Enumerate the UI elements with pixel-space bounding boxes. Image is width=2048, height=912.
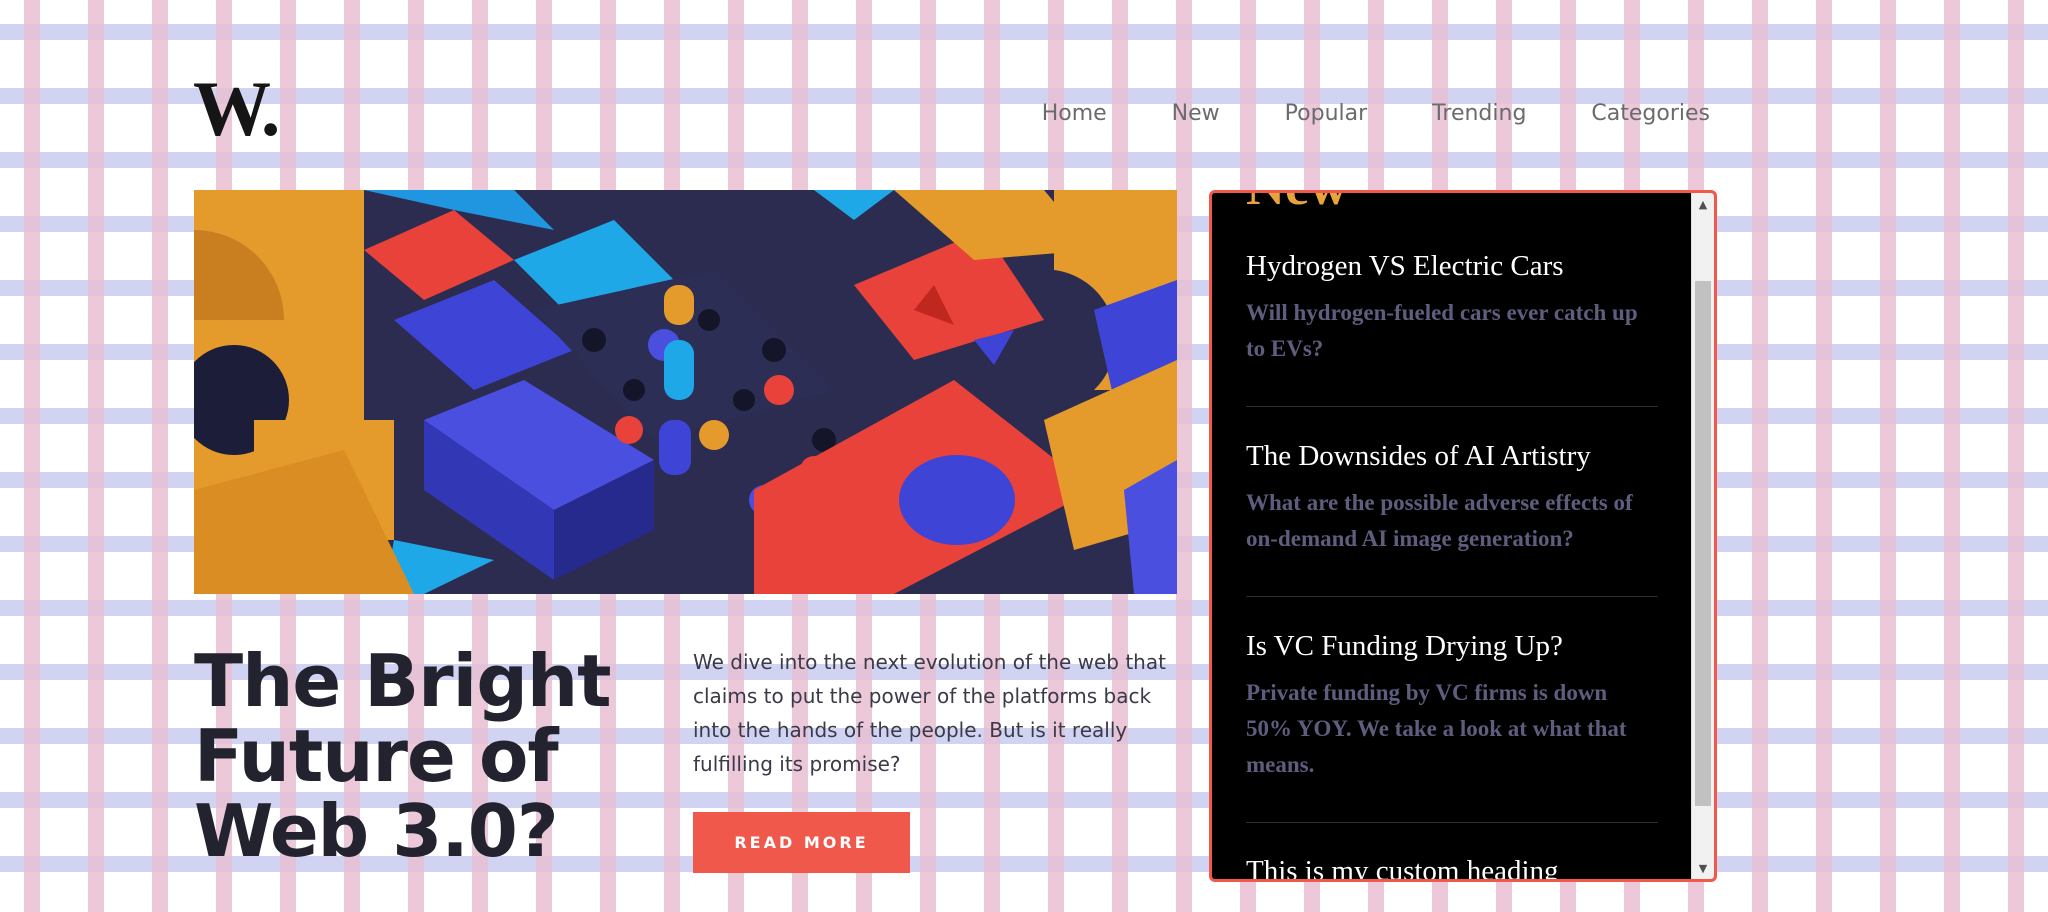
hero-title: The Bright Future of Web 3.0? bbox=[194, 639, 612, 873]
scroll-up-icon[interactable]: ▲ bbox=[1692, 193, 1714, 215]
panel-heading: New bbox=[1246, 193, 1348, 213]
nav-new[interactable]: New bbox=[1172, 101, 1220, 126]
article-title[interactable]: Hydrogen VS Electric Cars bbox=[1246, 249, 1658, 283]
article-title[interactable]: Is VC Funding Drying Up? bbox=[1246, 629, 1658, 663]
hero-image bbox=[194, 190, 1177, 594]
hero-description: We dive into the next evolution of the w… bbox=[693, 650, 1166, 776]
nav-popular[interactable]: Popular bbox=[1285, 101, 1368, 126]
article-summary: Private funding by VC firms is down 50% … bbox=[1246, 680, 1627, 777]
divider bbox=[1246, 406, 1658, 407]
divider bbox=[1246, 596, 1658, 597]
scrollbar-thumb[interactable] bbox=[1695, 281, 1711, 806]
site-logo[interactable]: W. bbox=[193, 70, 280, 148]
main-nav: Home New Popular Trending Categories bbox=[1042, 101, 1710, 126]
divider bbox=[1246, 822, 1658, 823]
list-item[interactable]: Hydrogen VS Electric Cars Will hydrogen-… bbox=[1246, 249, 1658, 367]
article-summary: What are the possible adverse effects of… bbox=[1246, 490, 1633, 551]
article-title[interactable]: This is my custom heading bbox=[1246, 854, 1658, 879]
nav-trending[interactable]: Trending bbox=[1432, 101, 1526, 126]
new-articles-panel[interactable]: New Hydrogen VS Electric Cars Will hydro… bbox=[1209, 190, 1717, 882]
nav-home[interactable]: Home bbox=[1042, 101, 1107, 126]
abstract-blocks-illustration bbox=[194, 190, 1177, 594]
article-title[interactable]: The Downsides of AI Artistry bbox=[1246, 439, 1658, 473]
panel-scrollbar[interactable]: ▲ ▼ bbox=[1691, 193, 1714, 879]
nav-categories[interactable]: Categories bbox=[1591, 101, 1710, 126]
list-item[interactable]: Is VC Funding Drying Up? Private funding… bbox=[1246, 629, 1658, 783]
scroll-down-icon[interactable]: ▼ bbox=[1692, 857, 1714, 879]
article-summary: Will hydrogen-fueled cars ever catch up … bbox=[1246, 300, 1638, 361]
list-item[interactable]: This is my custom heading bbox=[1246, 854, 1658, 879]
read-more-button[interactable]: READ MORE bbox=[693, 812, 910, 873]
list-item[interactable]: The Downsides of AI Artistry What are th… bbox=[1246, 439, 1658, 557]
